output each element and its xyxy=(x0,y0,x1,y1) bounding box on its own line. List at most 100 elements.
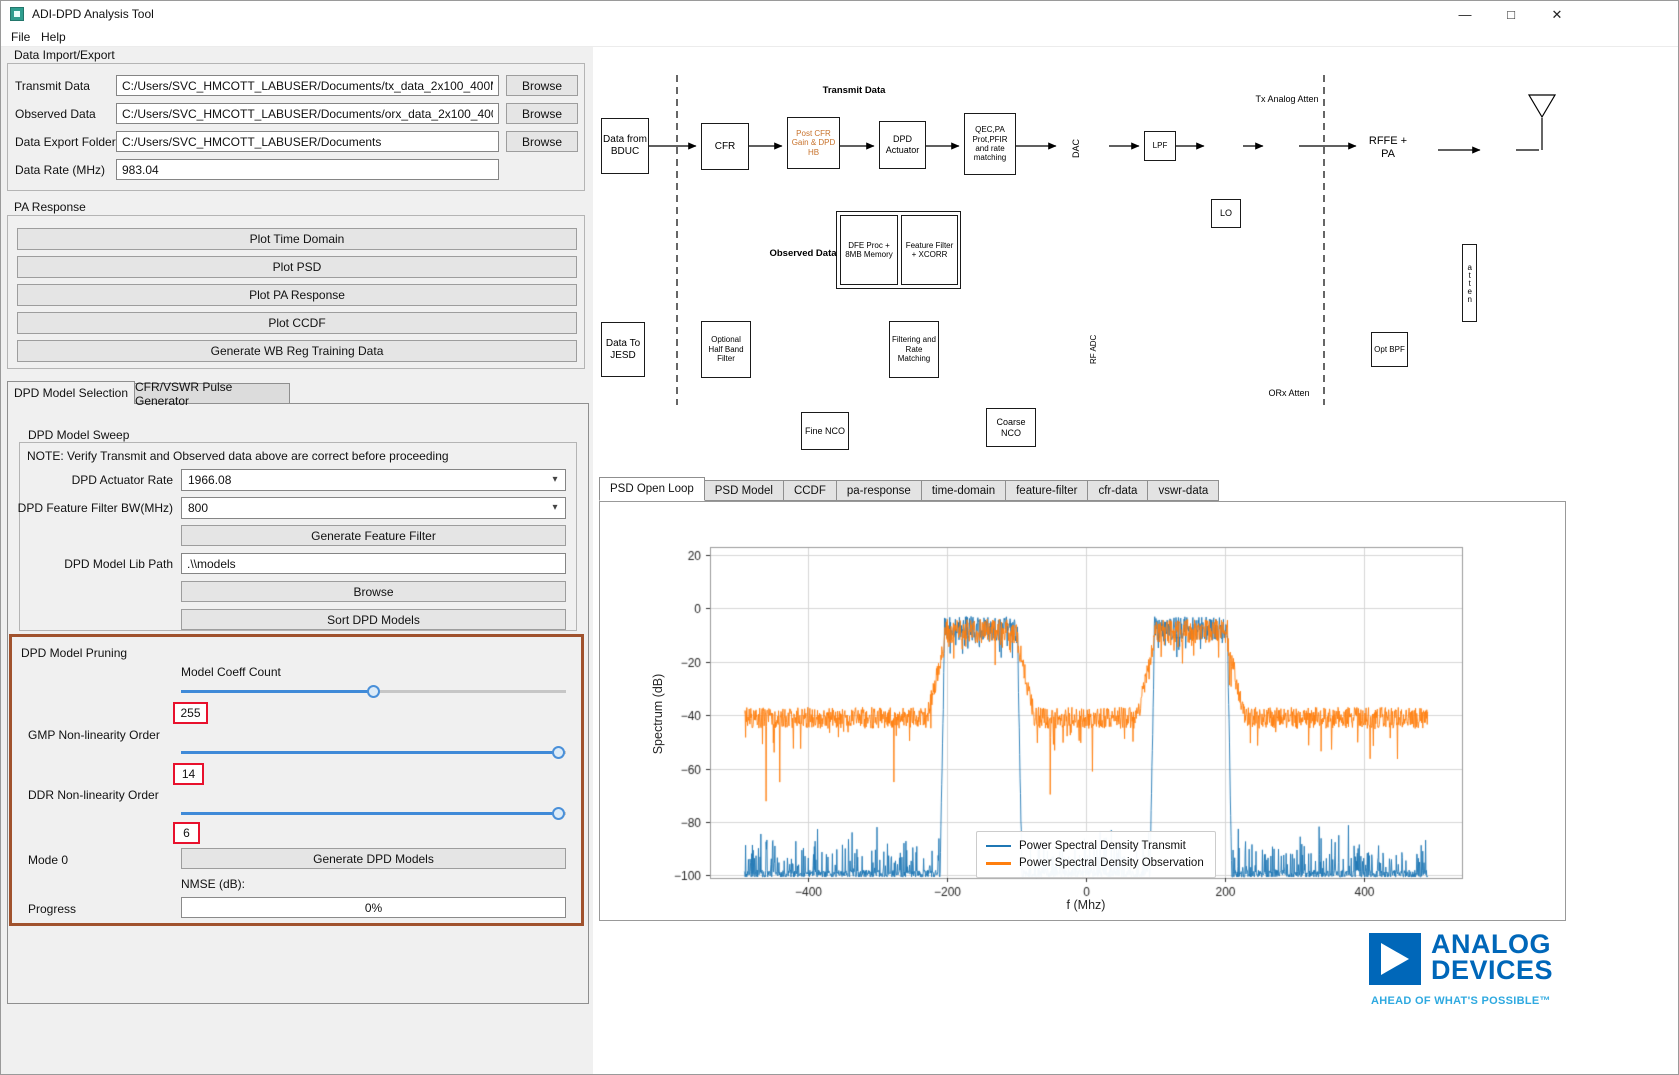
observed-data-input[interactable] xyxy=(116,103,499,124)
observed-browse-button[interactable]: Browse xyxy=(506,103,578,124)
tab-cfr-data[interactable]: cfr-data xyxy=(1087,480,1148,501)
plot-psd-button[interactable]: Plot PSD xyxy=(17,256,577,278)
slider-fill xyxy=(181,812,558,815)
legend-label-transmit: Power Spectral Density Transmit xyxy=(1019,840,1186,852)
menu-help[interactable]: Help xyxy=(37,29,70,45)
data-rate-input[interactable] xyxy=(116,159,499,180)
progress-bar: 0% xyxy=(181,897,566,918)
data-rate-label: Data Rate (MHz) xyxy=(15,163,105,177)
x-axis-label: f (Mhz) xyxy=(1067,898,1106,912)
slider-thumb[interactable] xyxy=(367,685,380,698)
export-folder-input[interactable] xyxy=(116,131,499,152)
dpd-block-diagram: DAC RF ADC Data from BDUC CFR Post CFR G… xyxy=(596,47,1679,477)
tab-psd-open-loop[interactable]: PSD Open Loop xyxy=(599,477,705,501)
mode-label: Mode 0 xyxy=(28,853,68,867)
menu-file[interactable]: File xyxy=(7,29,34,45)
node-lpf: LPF xyxy=(1144,131,1176,161)
legend-swatch-observation xyxy=(986,862,1011,865)
node-filtering: Filtering and Rate Matching xyxy=(889,321,939,378)
psd-plot-panel: Spectrum (dB) f (Mhz) Power Spectral Den… xyxy=(599,501,1566,921)
maximize-button[interactable]: □ xyxy=(1488,1,1534,28)
node-dpd-actuator: DPD Actuator xyxy=(879,121,926,169)
logo-devices-text: DEVICES xyxy=(1431,957,1553,983)
feature-bw-combo[interactable]: 800 ▾ xyxy=(181,497,566,519)
gmp-order-value[interactable]: 14 xyxy=(173,763,204,785)
export-browse-button[interactable]: Browse xyxy=(506,131,578,152)
generate-feature-filter-button[interactable]: Generate Feature Filter xyxy=(181,525,566,546)
tab-pa-response[interactable]: pa-response xyxy=(836,480,922,501)
ddr-order-slider[interactable] xyxy=(181,806,566,821)
group-label-pa-response: PA Response xyxy=(11,200,89,214)
window-title: ADI-DPD Analysis Tool xyxy=(32,7,154,21)
lib-path-label: DPD Model Lib Path xyxy=(15,557,173,571)
close-button[interactable]: ✕ xyxy=(1534,1,1580,28)
tab-ccdf[interactable]: CCDF xyxy=(783,480,837,501)
node-half-band: Optional Half Band Filter xyxy=(701,321,751,378)
node-lo: LO xyxy=(1211,199,1241,228)
feature-bw-value: 800 xyxy=(188,501,208,515)
node-opt-bpf: Opt BPF xyxy=(1371,332,1408,367)
lib-path-input[interactable] xyxy=(181,553,566,574)
minimize-button[interactable]: — xyxy=(1442,1,1488,28)
menubar: File Help xyxy=(1,27,1678,47)
node-atten: atten xyxy=(1462,244,1477,322)
gmp-order-slider[interactable] xyxy=(181,745,566,760)
sort-dpd-models-button[interactable]: Sort DPD Models xyxy=(181,609,566,630)
logo-tagline: AHEAD OF WHAT'S POSSIBLE™ xyxy=(1371,995,1551,1007)
adi-logo: ANALOG DEVICES AHEAD OF WHAT'S POSSIBLE™ xyxy=(1369,929,1599,1021)
plot-pa-response-button[interactable]: Plot PA Response xyxy=(17,284,577,306)
actuator-rate-label: DPD Actuator Rate xyxy=(15,473,173,487)
coeff-count-slider[interactable] xyxy=(181,684,566,699)
slider-thumb[interactable] xyxy=(552,807,565,820)
node-dfe-proc: DFE Proc + 8MB Memory xyxy=(840,215,898,285)
legend-swatch-transmit xyxy=(986,845,1011,848)
rffe-pa-label: RFFE + PA xyxy=(1366,135,1410,161)
node-data-from-bduc: Data from BDUC xyxy=(601,118,649,174)
tab-time-domain[interactable]: time-domain xyxy=(921,480,1006,501)
slider-fill xyxy=(181,751,558,754)
tab-psd-model[interactable]: PSD Model xyxy=(704,480,784,501)
actuator-rate-value: 1966.08 xyxy=(188,473,231,487)
plot-time-domain-button[interactable]: Plot Time Domain xyxy=(17,228,577,250)
coeff-count-value[interactable]: 255 xyxy=(173,702,208,724)
node-qec: QEC,PA Prot,PFIR and rate matching xyxy=(964,113,1016,175)
plot-ccdf-button[interactable]: Plot CCDF xyxy=(17,312,577,334)
node-fine-nco: Fine NCO xyxy=(801,412,849,450)
app-icon xyxy=(10,7,24,21)
slider-thumb[interactable] xyxy=(552,746,565,759)
ddr-order-value[interactable]: 6 xyxy=(173,822,200,844)
observed-data-flow-label: Observed Data xyxy=(761,248,845,259)
group-label-model-pruning: DPD Model Pruning xyxy=(21,646,127,660)
actuator-rate-combo[interactable]: 1966.08 ▾ xyxy=(181,469,566,491)
gmp-order-label: GMP Non-linearity Order xyxy=(28,728,160,742)
legend-item-observation: Power Spectral Density Observation xyxy=(986,855,1206,873)
legend-item-transmit: Power Spectral Density Transmit xyxy=(986,837,1206,855)
transmit-data-input[interactable] xyxy=(116,75,499,96)
slider-fill xyxy=(181,690,373,693)
tab-vswr-data[interactable]: vswr-data xyxy=(1147,480,1219,501)
ddr-order-label: DDR Non-linearity Order xyxy=(28,788,159,802)
feature-bw-label: DPD Feature Filter BW(MHz) xyxy=(15,501,173,515)
plot-tab-bar: PSD Open Loop PSD Model CCDF pa-response… xyxy=(599,478,1218,501)
logo-analog-text: ANALOG xyxy=(1431,931,1553,957)
export-folder-label: Data Export Folder xyxy=(15,135,116,149)
orx-atten-label: ORx Atten xyxy=(1253,388,1325,399)
transmit-browse-button[interactable]: Browse xyxy=(506,75,578,96)
generate-dpd-models-button[interactable]: Generate DPD Models xyxy=(181,848,566,869)
nmse-label: NMSE (dB): xyxy=(181,877,245,891)
node-coarse-nco: Coarse NCO xyxy=(986,408,1036,447)
tab-feature-filter[interactable]: feature-filter xyxy=(1005,480,1088,501)
node-post-cfr: Post CFR Gain & DPD HB xyxy=(787,117,840,169)
tab-cfr-vswr-pulse-generator[interactable]: CFR/VSWR Pulse Generator xyxy=(134,383,290,403)
transmit-data-label: Transmit Data xyxy=(15,79,90,93)
lib-browse-button[interactable]: Browse xyxy=(181,581,566,602)
tab-dpd-model-selection[interactable]: DPD Model Selection xyxy=(7,381,135,404)
chevron-down-icon[interactable]: ▾ xyxy=(547,500,563,516)
chevron-down-icon[interactable]: ▾ xyxy=(547,472,563,488)
transmit-data-flow-label: Transmit Data xyxy=(814,85,894,96)
y-axis-label: Spectrum (dB) xyxy=(651,674,665,755)
observed-data-label: Observed Data xyxy=(15,107,96,121)
generate-wb-reg-button[interactable]: Generate WB Reg Training Data xyxy=(17,340,577,362)
antenna-icon xyxy=(1529,95,1555,117)
coeff-count-label: Model Coeff Count xyxy=(181,665,281,679)
